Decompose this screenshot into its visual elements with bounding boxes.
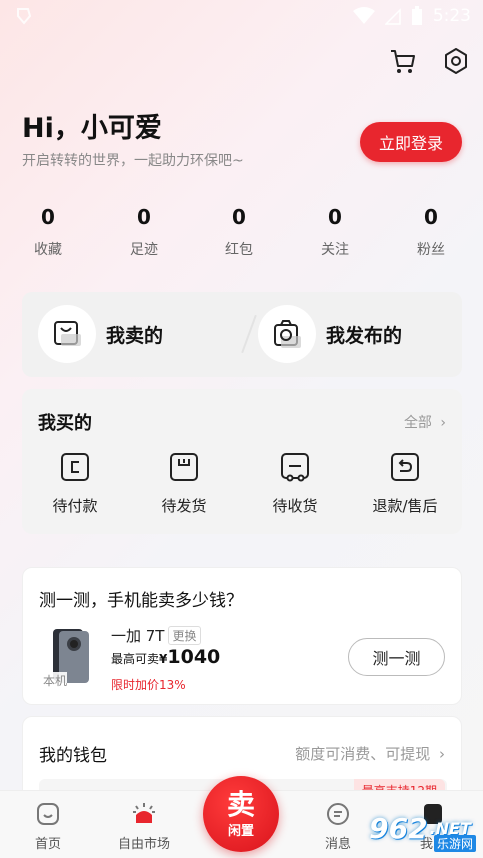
app-notification-icon <box>17 8 32 25</box>
status-time: 5:23 <box>432 6 471 26</box>
status-bar: 5:23 <box>0 0 483 34</box>
pending-payment-button[interactable]: 待付款 <box>30 451 120 516</box>
price-value: 1040 <box>167 646 221 668</box>
stat-red-packets[interactable]: 0 红包 <box>199 205 279 259</box>
pending-receipt-icon <box>281 453 309 482</box>
signal-icon <box>384 8 401 25</box>
stat-value: 0 <box>232 205 246 229</box>
pending-payment-label: 待付款 <box>52 497 98 515</box>
stat-favorites[interactable]: 0 收藏 <box>8 205 88 259</box>
price-label: 最高可卖 <box>111 652 160 666</box>
sell-fab-big: 卖 <box>226 787 255 821</box>
view-all-label: 全部 <box>403 415 432 431</box>
home-icon <box>37 803 59 825</box>
device-tag: 本机 <box>43 672 68 689</box>
pending-payment-icon <box>61 453 89 481</box>
stat-label: 足迹 <box>130 242 158 258</box>
pending-shipment-label: 待发货 <box>161 497 207 515</box>
my-published-label: 我发布的 <box>326 324 403 347</box>
my-purchases-section: 我买的 全部 › 待付款 待发货 待收货 退款/售后 <box>22 389 462 534</box>
model-name: 一加 7T <box>111 627 165 645</box>
pending-receipt-button[interactable]: 待收货 <box>250 451 340 516</box>
settings-icon <box>445 48 467 74</box>
stat-value: 0 <box>424 205 438 229</box>
stat-value: 0 <box>137 205 151 229</box>
my-published-button[interactable]: 我发布的 <box>258 305 402 363</box>
battery-icon <box>411 6 422 25</box>
greeting-subtitle: 开启转转的世界，一起助力环保吧~ <box>22 153 244 169</box>
stat-label: 红包 <box>225 242 253 258</box>
tab-home-label: 首页 <box>34 837 61 852</box>
stats-row: 0 收藏 0 足迹 0 红包 0 关注 0 粉丝 <box>0 205 483 265</box>
refund-icon <box>391 453 419 481</box>
refund-button[interactable]: 退款/售后 <box>360 451 450 516</box>
refund-label: 退款/售后 <box>372 497 438 515</box>
sell-section: 我卖的 我发布的 <box>22 292 462 377</box>
market-icon <box>133 803 155 823</box>
view-all-orders-link[interactable]: 全部 › <box>404 412 446 432</box>
message-icon <box>327 803 349 825</box>
divider <box>241 314 257 354</box>
tab-market-label: 自由市场 <box>117 837 170 852</box>
my-sold-icon-wrap <box>38 305 96 363</box>
pending-shipment-icon <box>170 453 198 481</box>
settings-button[interactable] <box>441 46 471 76</box>
wallet-title: 我的钱包 <box>39 746 107 766</box>
sell-fab-small: 闲置 <box>227 823 254 839</box>
stat-footprints[interactable]: 0 足迹 <box>104 205 184 259</box>
wallet-subtitle: 额度可消费、可提现 <box>295 745 431 763</box>
tab-home[interactable]: 首页 <box>3 801 93 852</box>
watermark-text: 乐游网 <box>433 835 476 852</box>
sell-idle-button[interactable]: 卖 闲置 <box>203 776 279 852</box>
watermark-logo: 962 <box>369 811 428 845</box>
price-row: 最高可卖¥1040 <box>111 646 220 668</box>
discount-text: 限时加价13% <box>111 678 186 692</box>
my-sold-button[interactable]: 我卖的 <box>38 305 163 363</box>
pending-receipt-label: 待收货 <box>272 497 318 515</box>
stat-following[interactable]: 0 关注 <box>295 205 375 259</box>
phone-value-card: 测一测，手机能卖多少钱？ 本机 一加 7T 更换 最高可卖¥1040 限时加价13… <box>22 567 462 705</box>
chevron-right-icon: › <box>440 415 446 431</box>
my-purchases-title: 我买的 <box>38 413 92 434</box>
login-button[interactable]: 立即登录 <box>360 122 462 162</box>
phone-value-title: 测一测，手机能卖多少钱？ <box>39 591 243 611</box>
wallet-subtitle-link[interactable]: 额度可消费、可提现 › <box>295 743 445 764</box>
camera-icon <box>274 320 301 348</box>
cart-icon <box>391 50 415 73</box>
tab-market[interactable]: 自由市场 <box>99 801 189 852</box>
stat-value: 0 <box>41 205 55 229</box>
stat-value: 0 <box>328 205 342 229</box>
greeting-title: Hi，小可爱 <box>22 113 162 144</box>
chevron-right-icon: › <box>439 745 445 763</box>
page: 5:23 Hi，小可爱 开启转转的世界，一起助力环保吧~ 立即登录 0 收藏 0… <box>0 0 483 858</box>
cart-button[interactable] <box>388 46 418 76</box>
my-sold-label: 我卖的 <box>106 324 164 347</box>
change-model-button[interactable]: 更换 <box>168 626 201 645</box>
wifi-icon <box>352 7 375 24</box>
stat-label: 关注 <box>321 242 349 258</box>
shopping-bag-icon <box>54 321 81 346</box>
phone-model: 一加 7T 更换 <box>111 625 201 646</box>
stat-label: 收藏 <box>34 242 62 258</box>
stat-label: 粉丝 <box>417 242 445 258</box>
watermark: 962 .NET 乐游网 <box>360 800 480 856</box>
stat-fans[interactable]: 0 粉丝 <box>391 205 471 259</box>
test-price-button[interactable]: 测一测 <box>348 638 445 676</box>
pending-shipment-button[interactable]: 待发货 <box>139 451 229 516</box>
my-published-icon-wrap <box>258 305 316 363</box>
